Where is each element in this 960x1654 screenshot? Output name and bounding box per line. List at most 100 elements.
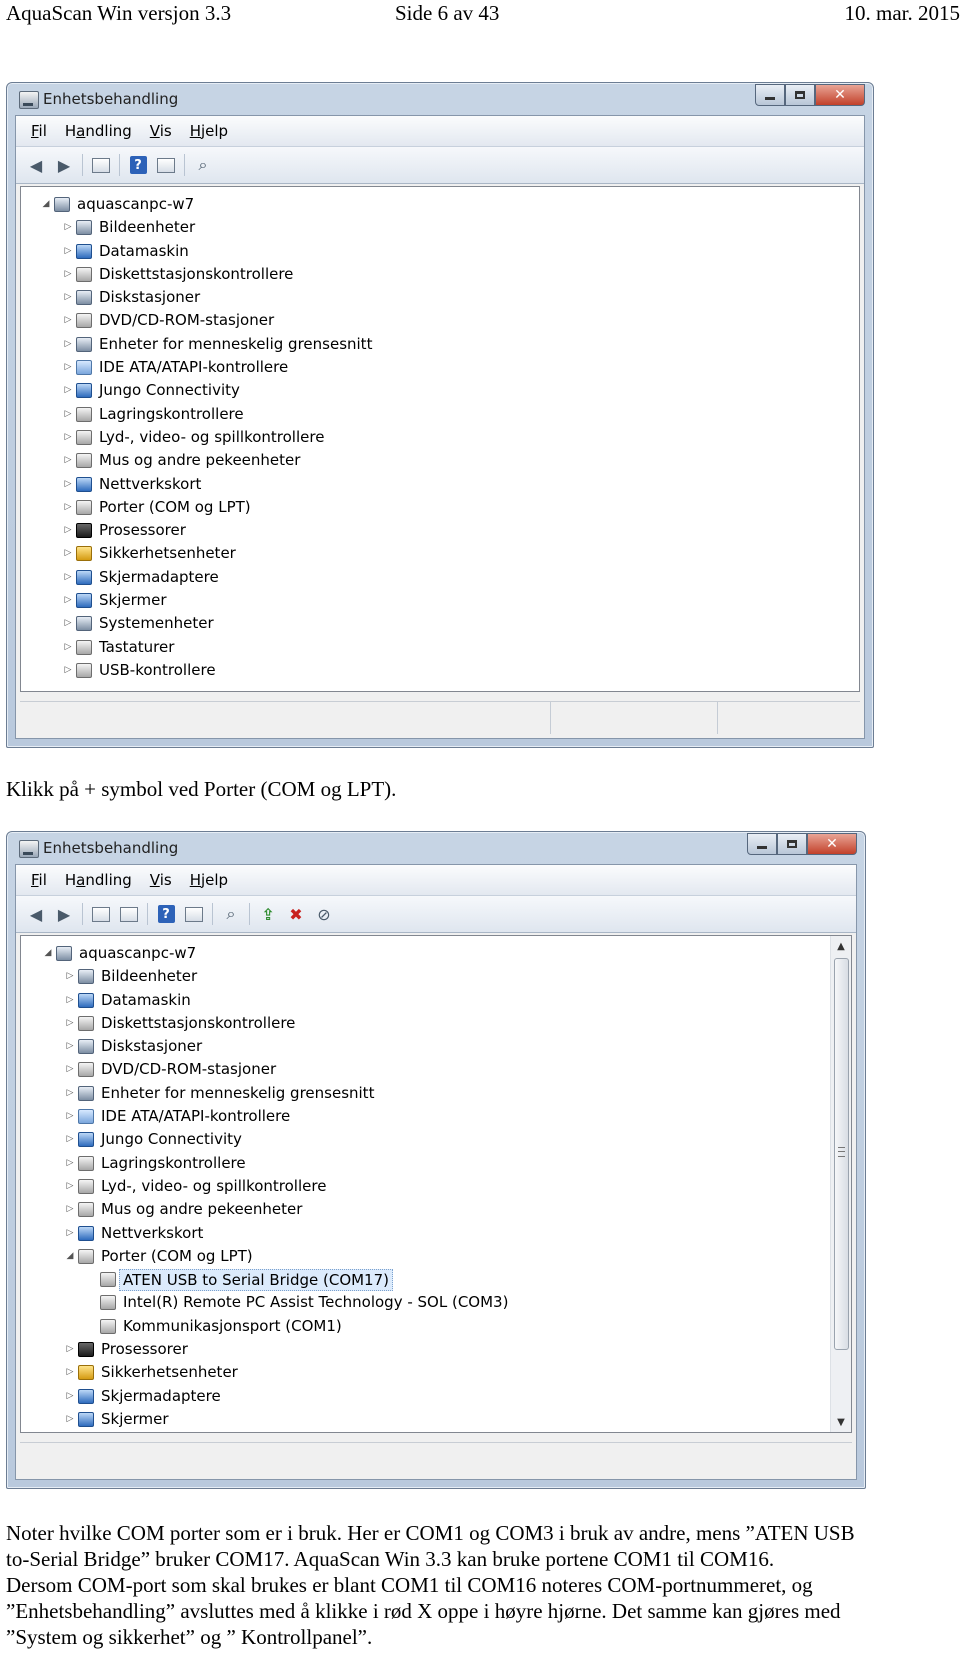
tree-node[interactable]: Intel(R) Remote PC Assist Technology - S… <box>21 1291 851 1314</box>
expand-arrow-icon[interactable]: ▷ <box>65 1222 75 1245</box>
menu-hjelp[interactable]: Hjelp <box>181 122 237 140</box>
device-tree-pane[interactable]: ◢ aquascanpc-w7 ▷ Bildeenheter ▷ Datamaskin ▷ D… <box>20 935 852 1433</box>
expand-arrow-icon[interactable]: ▷ <box>63 240 73 263</box>
menu-vis[interactable]: Vis <box>141 122 181 140</box>
scroll-thumb[interactable] <box>834 958 849 1350</box>
expand-arrow-icon[interactable]: ▷ <box>65 1408 75 1431</box>
tree-node[interactable]: ▷ Systemenheter <box>21 1431 851 1432</box>
tree-node[interactable]: Kommunikasjonsport (COM1) <box>21 1315 851 1338</box>
expand-arrow-icon[interactable]: ▷ <box>63 309 73 332</box>
expand-arrow-icon[interactable]: ▷ <box>63 519 73 542</box>
disable-icon[interactable]: ⊘ <box>313 903 335 925</box>
device-tree-pane[interactable]: ◢ aquascanpc-w7 ▷ Bildeenheter ▷ Datamaskin ▷ D… <box>20 186 860 692</box>
menu-fil[interactable]: Fil <box>22 871 56 889</box>
expand-arrow-icon[interactable]: ▷ <box>63 612 73 635</box>
close-button[interactable]: ✕ <box>815 84 865 106</box>
tree-node[interactable]: ▷ Diskettstasjonskontrollere <box>21 263 859 286</box>
uninstall-icon[interactable]: ✖ <box>285 903 307 925</box>
expand-arrow-icon[interactable]: ▷ <box>65 965 75 988</box>
forward-arrow-icon[interactable]: ▶ <box>53 154 75 176</box>
menu-vis[interactable]: Vis <box>141 871 181 889</box>
tree-node[interactable]: ◢ aquascanpc-w7 <box>21 942 851 965</box>
tree-node[interactable]: ◢ aquascanpc-w7 <box>21 193 859 216</box>
action-pane-icon[interactable] <box>183 903 205 925</box>
tree-node[interactable]: ▷ USB-kontrollere <box>21 659 859 682</box>
expand-arrow-icon[interactable]: ▷ <box>63 566 73 589</box>
tree-node[interactable]: ▷ Lyd-, video- og spillkontrollere <box>21 426 859 449</box>
maximize-button[interactable] <box>777 833 807 855</box>
vertical-scrollbar[interactable]: ▲ ▼ <box>830 936 851 1432</box>
tree-node[interactable]: ATEN USB to Serial Bridge (COM17) <box>21 1268 851 1292</box>
tree-node[interactable]: ▷ Enheter for menneskelig grensesnitt <box>21 1082 851 1105</box>
tree-node[interactable]: ▷ Jungo Connectivity <box>21 1128 851 1151</box>
tree-node[interactable]: ▷ Porter (COM og LPT) <box>21 496 859 519</box>
tree-node[interactable]: ▷ DVD/CD-ROM-stasjoner <box>21 309 859 332</box>
expand-arrow-icon[interactable]: ▷ <box>65 1128 75 1151</box>
tree-node[interactable]: ▷ Diskstasjoner <box>21 1035 851 1058</box>
menu-handling[interactable]: Handling <box>56 871 141 889</box>
action-pane-icon[interactable] <box>155 154 177 176</box>
tree-node[interactable]: ▷ Systemenheter <box>21 612 859 635</box>
minimize-button[interactable] <box>755 84 785 106</box>
expand-arrow-icon[interactable]: ▷ <box>65 1058 75 1081</box>
expand-arrow-icon[interactable]: ◢ <box>43 942 53 965</box>
show-hide-console-tree-icon[interactable] <box>90 154 112 176</box>
expand-arrow-icon[interactable]: ▷ <box>63 496 73 519</box>
help-icon[interactable]: ? <box>155 903 177 925</box>
tree-node[interactable]: ▷ IDE ATA/ATAPI-kontrollere <box>21 356 859 379</box>
tree-node[interactable]: ▷ Enheter for menneskelig grensesnitt <box>21 333 859 356</box>
close-button[interactable]: ✕ <box>807 833 857 855</box>
tree-node[interactable]: ▷ IDE ATA/ATAPI-kontrollere <box>21 1105 851 1128</box>
expand-arrow-icon[interactable]: ▷ <box>63 356 73 379</box>
expand-arrow-icon[interactable]: ▷ <box>63 263 73 286</box>
show-hide-console-tree-icon[interactable] <box>90 903 112 925</box>
expand-arrow-icon[interactable]: ▷ <box>65 1338 75 1361</box>
scan-hardware-icon[interactable]: ⌕ <box>220 903 242 925</box>
expand-arrow-icon[interactable]: ▷ <box>65 1385 75 1408</box>
scroll-down-icon[interactable]: ▼ <box>831 1412 851 1432</box>
expand-arrow-icon[interactable]: ▷ <box>65 989 75 1012</box>
tree-node[interactable]: ▷ Skjermer <box>21 589 859 612</box>
expand-arrow-icon[interactable]: ▷ <box>63 286 73 309</box>
forward-arrow-icon[interactable]: ▶ <box>53 903 75 925</box>
menu-hjelp[interactable]: Hjelp <box>181 871 237 889</box>
expand-arrow-icon[interactable]: ◢ <box>65 1245 75 1268</box>
tree-node[interactable]: ▷ Nettverkskort <box>21 1222 851 1245</box>
expand-arrow-icon[interactable]: ◢ <box>41 193 51 216</box>
tree-node[interactable]: ▷ Datamaskin <box>21 989 851 1012</box>
expand-arrow-icon[interactable]: ▷ <box>65 1105 75 1128</box>
back-arrow-icon[interactable]: ◀ <box>25 903 47 925</box>
tree-node[interactable]: ▷ Diskstasjoner <box>21 286 859 309</box>
expand-arrow-icon[interactable]: ▷ <box>65 1035 75 1058</box>
expand-arrow-icon[interactable]: ▷ <box>63 426 73 449</box>
expand-arrow-icon[interactable]: ▷ <box>63 379 73 402</box>
tree-node[interactable]: ▷ Bildeenheter <box>21 216 859 239</box>
expand-arrow-icon[interactable]: ▷ <box>63 333 73 356</box>
tree-node[interactable]: ▷ Nettverkskort <box>21 473 859 496</box>
update-driver-icon[interactable]: ⇪ <box>257 903 279 925</box>
expand-arrow-icon[interactable]: ▷ <box>63 589 73 612</box>
tree-node[interactable]: ▷ Sikkerhetsenheter <box>21 542 859 565</box>
tree-node[interactable]: ▷ Datamaskin <box>21 240 859 263</box>
expand-arrow-icon[interactable]: ▷ <box>63 636 73 659</box>
tree-node[interactable]: ▷ Lagringskontrollere <box>21 403 859 426</box>
maximize-button[interactable] <box>785 84 815 106</box>
expand-arrow-icon[interactable]: ▷ <box>63 403 73 426</box>
tree-node[interactable]: ▷ Prosessorer <box>21 1338 851 1361</box>
tree-node[interactable]: ▷ DVD/CD-ROM-stasjoner <box>21 1058 851 1081</box>
menu-handling[interactable]: Handling <box>56 122 141 140</box>
tree-node[interactable]: ▷ Diskettstasjonskontrollere <box>21 1012 851 1035</box>
back-arrow-icon[interactable]: ◀ <box>25 154 47 176</box>
tree-node[interactable]: ◢ Porter (COM og LPT) <box>21 1245 851 1268</box>
tree-node[interactable]: ▷ Lyd-, video- og spillkontrollere <box>21 1175 851 1198</box>
scan-hardware-icon[interactable]: ⌕ <box>192 154 214 176</box>
expand-arrow-icon[interactable]: ▷ <box>65 1152 75 1175</box>
tree-node[interactable]: ▷ Sikkerhetsenheter <box>21 1361 851 1384</box>
tree-node[interactable]: ▷ Skjermer <box>21 1408 851 1431</box>
expand-arrow-icon[interactable]: ▷ <box>63 542 73 565</box>
scroll-up-icon[interactable]: ▲ <box>831 936 851 956</box>
expand-arrow-icon[interactable]: ▷ <box>63 216 73 239</box>
properties-icon[interactable] <box>118 903 140 925</box>
expand-arrow-icon[interactable]: ▷ <box>65 1431 75 1432</box>
tree-node[interactable]: ▷ Tastaturer <box>21 636 859 659</box>
